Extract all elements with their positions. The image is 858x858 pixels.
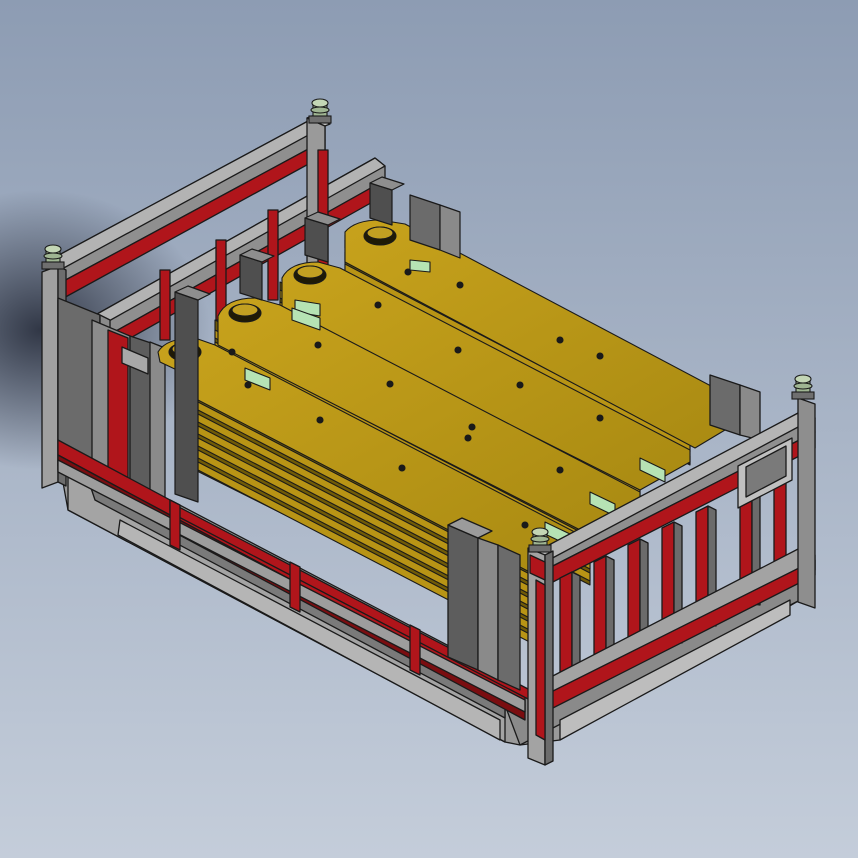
rack-assembly-drawing (0, 0, 858, 858)
insulator-cap-left (41, 244, 65, 270)
insulator-cap-front (528, 527, 552, 553)
insulator-cap-right (791, 374, 815, 400)
cad-render-scene (0, 0, 858, 858)
insulator-cap-back (308, 98, 332, 124)
